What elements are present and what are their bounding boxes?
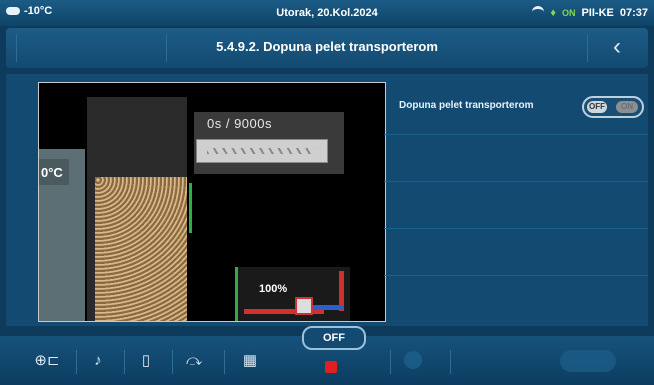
wifi-icon bbox=[532, 6, 545, 19]
divider bbox=[224, 350, 225, 374]
divider bbox=[172, 350, 173, 374]
setting-label: Dopuna pelet transporterom bbox=[399, 100, 534, 111]
row-divider bbox=[384, 275, 648, 276]
disabled-icon bbox=[404, 351, 422, 369]
page-header: 5.4.9.2. Dopuna pelet transporterom ‹ bbox=[6, 28, 648, 68]
divider bbox=[76, 350, 77, 374]
boiler-temperature: 0°C bbox=[41, 165, 63, 180]
divider bbox=[124, 350, 125, 374]
valve-icon bbox=[295, 297, 313, 315]
grid-icon[interactable]: ▦ bbox=[236, 348, 264, 374]
main-power-state[interactable]: OFF bbox=[302, 326, 366, 350]
boiler-operation-icon[interactable]: ⊕⊏ bbox=[26, 348, 68, 374]
divider bbox=[587, 34, 588, 62]
bell-icon[interactable]: ♪ bbox=[84, 348, 112, 374]
pump-percent: 100% bbox=[259, 283, 288, 295]
disabled-pill bbox=[560, 350, 616, 372]
toggle-off-label: OFF bbox=[587, 101, 607, 113]
clock: 07:37 bbox=[619, 6, 648, 19]
status-right: ♦ ON PII-KE 07:37 bbox=[532, 6, 648, 19]
feeder-timer: 0s / 9000s bbox=[207, 116, 272, 131]
flame-icon: ♦ bbox=[550, 6, 556, 19]
stop-button[interactable] bbox=[325, 361, 337, 373]
divider bbox=[450, 350, 451, 374]
toggle-on-label: ON bbox=[616, 101, 638, 113]
status-bar: -10°C Utorak, 20.Kol.2024 ♦ ON PII-KE 07… bbox=[0, 0, 654, 26]
row-divider bbox=[384, 134, 648, 135]
boiler-scene: 0°C 0s / 9000s 100% bbox=[38, 82, 386, 322]
row-divider bbox=[384, 181, 648, 182]
door-icon[interactable]: ▯ bbox=[132, 348, 160, 374]
row-divider bbox=[384, 228, 648, 229]
back-button[interactable]: ‹ bbox=[604, 33, 630, 61]
transport-screw bbox=[196, 139, 328, 163]
level-indicator bbox=[189, 183, 192, 233]
flame-status: ON bbox=[561, 7, 576, 18]
main-panel: 0°C 0s / 9000s 100% Dopuna pelet transpo… bbox=[6, 74, 648, 326]
device-name: PII-KE bbox=[581, 6, 614, 19]
page-title: 5.4.9.2. Dopuna pelet transporterom bbox=[216, 39, 438, 54]
feeder-refill-toggle[interactable]: OFF ON bbox=[582, 96, 644, 118]
chevron-left-icon: ‹ bbox=[613, 33, 621, 60]
divider bbox=[390, 350, 391, 374]
fan-icon[interactable]: ⤼ bbox=[180, 348, 208, 374]
pellets bbox=[95, 177, 187, 321]
